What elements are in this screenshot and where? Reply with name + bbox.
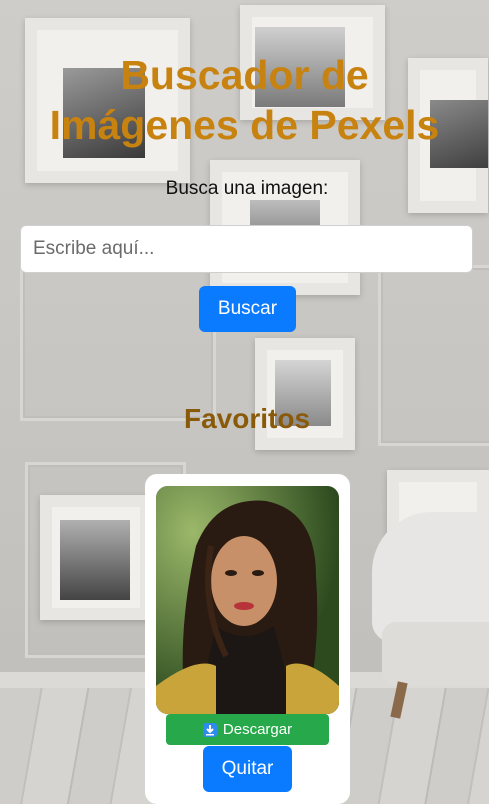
favorite-card: Descargar Quitar [145,474,350,804]
title-line-1: Buscador de [120,52,369,98]
favorite-photo [156,486,339,714]
favorites-title: Favoritos [183,403,311,434]
download-icon [202,722,217,737]
download-label: Descargar [222,721,293,738]
download-button[interactable]: Descargar [166,714,329,745]
page-title: Buscador de Imágenes de Pexels [0,50,489,150]
remove-favorite-button[interactable]: Quitar [203,746,292,792]
search-input[interactable] [20,225,473,273]
portrait-image [156,486,339,714]
search-label: Busca una imagen: [165,178,329,199]
search-button[interactable]: Buscar [199,286,296,332]
app-content: Buscador de Imágenes de Pexels Busca una… [0,0,489,804]
title-line-2: Imágenes de Pexels [49,102,440,148]
